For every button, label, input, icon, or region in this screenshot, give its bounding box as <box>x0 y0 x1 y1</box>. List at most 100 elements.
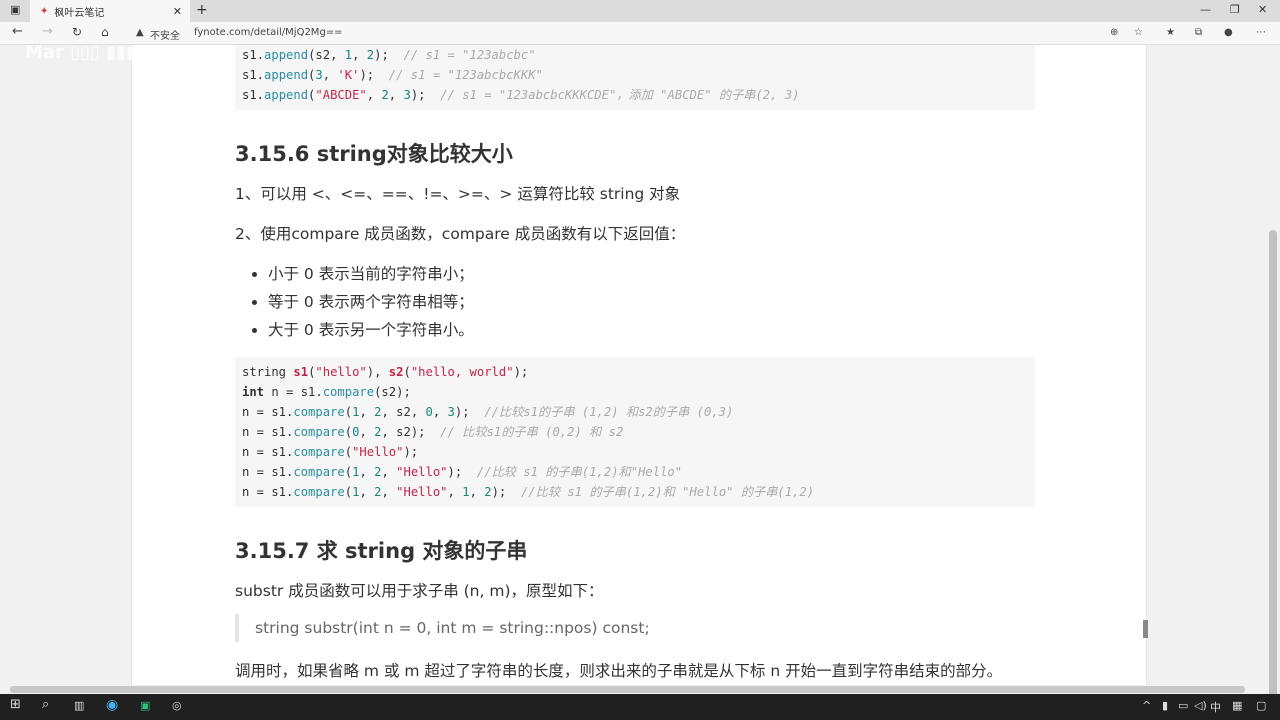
code-token: s1. <box>242 68 265 82</box>
code-line: s1.append("ABCDE", 2, 3); // s1 = "123ab… <box>242 85 1028 105</box>
code-line: n = s1.compare("Hello"); <box>242 442 1028 462</box>
code-token: ( <box>344 465 353 479</box>
code-token: , <box>432 405 448 419</box>
code-token: "Hello" <box>396 465 448 479</box>
code-token: ( <box>344 485 353 499</box>
tab-actions-icon[interactable]: ▣ <box>10 3 20 16</box>
ime-indicator[interactable]: 中 <box>1210 699 1221 715</box>
code-token: compare <box>293 425 345 439</box>
code-token: compare <box>322 385 375 399</box>
windows-start-icon[interactable]: ⊞ <box>10 697 21 712</box>
code-token: n = s1. <box>242 405 294 419</box>
code-token: (s2); <box>374 385 411 399</box>
code-token: ( <box>344 425 353 439</box>
code-token: , <box>352 48 367 62</box>
network-icon[interactable]: ▭ <box>1178 699 1188 712</box>
more-icon[interactable]: ⋯ <box>1256 27 1266 38</box>
code-line: n = s1.compare(1, 2, "Hello"); //比较 s1 的… <box>242 462 1028 482</box>
profile-avatar[interactable]: ● <box>1224 27 1233 38</box>
favorites-icon[interactable]: ★ <box>1166 27 1175 38</box>
task-view-icon[interactable]: ▥ <box>74 699 84 712</box>
code-token: , s2); <box>381 425 441 439</box>
page-scroll-indicator[interactable] <box>1143 620 1148 638</box>
vertical-scrollbar[interactable] <box>1266 45 1280 715</box>
code-token: compare <box>293 405 345 419</box>
keyboard-icon[interactable]: ▦ <box>1232 699 1242 712</box>
code-token: "Hello" <box>352 445 404 459</box>
code-token: "ABCDE" <box>315 88 367 102</box>
code-token: ); <box>447 465 477 479</box>
tray-chevron-icon[interactable]: ^ <box>1142 699 1151 712</box>
paragraph-substr-note: 调用时，如果省略 m 或 m 超过了字符串的长度，则求出来的子串就是从下标 n … <box>235 662 1003 680</box>
collections-icon[interactable]: ⧉ <box>1195 27 1202 38</box>
code-token: int <box>242 385 265 399</box>
code-token: , <box>381 485 397 499</box>
scrollbar-thumb[interactable] <box>1269 230 1277 715</box>
code-token: ); <box>359 68 389 82</box>
code-line: s1.append(s2, 1, 2); // s1 = "123abcbc" <box>242 45 1028 65</box>
code-token: n = s1. <box>242 465 294 479</box>
code-token: compare <box>293 465 345 479</box>
code-token: 2 <box>484 485 492 499</box>
zoom-icon[interactable]: ⊕ <box>1110 27 1118 38</box>
list-item: 小于 0 表示当前的字符串小； <box>268 260 474 288</box>
favorite-add-icon[interactable]: ☆ <box>1134 27 1143 38</box>
maximize-button[interactable]: ❐ <box>1230 3 1240 16</box>
substr-prototype-quote: string substr(int n = 0, int m = string:… <box>235 614 650 642</box>
code-token: ( <box>403 365 411 379</box>
notification-icon[interactable]: ▢ <box>1256 699 1266 712</box>
code-token: 2 <box>381 88 389 102</box>
watermark: Mar ▯▯▯ ▮▮▮ <box>25 42 136 63</box>
tab-active[interactable]: ✦ 枫叶云笔记 ✕ <box>30 0 190 22</box>
code-token: 1 <box>344 48 353 62</box>
code-token: "hello, world" <box>410 365 514 379</box>
microphone-icon[interactable]: ▮ <box>1162 699 1168 712</box>
code-token: ); <box>513 365 529 379</box>
code-token: s1 <box>242 48 257 62</box>
heading-substr: 3.15.7 求 string 对象的子串 <box>235 539 528 563</box>
code-token: ); <box>403 445 419 459</box>
new-tab-button[interactable]: + <box>196 2 208 18</box>
heading-compare: 3.15.6 string对象比较大小 <box>235 142 513 166</box>
code-line: n = s1.compare(0, 2, s2); // 比较s1的子串 (0,… <box>242 422 1028 442</box>
app-icon[interactable]: ◎ <box>172 699 182 712</box>
code-token: , <box>388 88 404 102</box>
refresh-icon[interactable]: ↻ <box>72 25 82 39</box>
code-token: 1 <box>462 485 470 499</box>
code-token: ), <box>366 365 389 379</box>
back-icon[interactable]: ← <box>12 24 23 39</box>
code-token: , <box>359 465 375 479</box>
address-bar: ← → ↻ ⌂ ▲ 不安全 fynote.com/detail/MjQ2Mg==… <box>0 22 1280 45</box>
list-item: 大于 0 表示另一个字符串小。 <box>268 316 474 344</box>
code-line: n = s1.compare(1, 2, "Hello", 1, 2); //比… <box>242 482 1028 502</box>
url-input[interactable]: fynote.com/detail/MjQ2Mg== <box>194 27 343 38</box>
insecure-label[interactable]: 不安全 <box>150 27 180 42</box>
edge-icon[interactable]: ◉ <box>106 697 118 713</box>
code-editor-icon[interactable]: ▣ <box>140 699 150 712</box>
search-icon[interactable]: ⌕ <box>42 697 49 712</box>
home-icon[interactable]: ⌂ <box>101 25 109 39</box>
code-token: ); <box>374 48 404 62</box>
code-token: s1 <box>293 365 309 379</box>
minimize-button[interactable]: — <box>1200 3 1211 16</box>
forward-icon[interactable]: → <box>42 24 53 39</box>
code-token: s1. <box>242 88 265 102</box>
close-window-button[interactable]: ✕ <box>1258 3 1267 16</box>
warning-icon: ▲ <box>136 27 144 38</box>
tab-title: 枫叶云笔记 <box>54 7 105 19</box>
return-values-list: 小于 0 表示当前的字符串小； 等于 0 表示两个字符串相等； 大于 0 表示另… <box>252 260 474 344</box>
code-token: "hello" <box>315 365 367 379</box>
code-line: int n = s1.compare(s2); <box>242 382 1028 402</box>
code-token: ( <box>344 445 353 459</box>
volume-icon[interactable]: ◁) <box>1194 699 1207 712</box>
code-token: 3 <box>315 68 323 82</box>
horizontal-scrollbar[interactable] <box>0 685 1266 694</box>
code-token: ); <box>454 405 485 419</box>
close-tab-icon[interactable]: ✕ <box>173 5 182 18</box>
code-comment: // s1 = "123abcbcKKKCDE"，添加 "ABCDE" 的子串(… <box>440 88 800 102</box>
code-comment: //比较s1的子串 (1,2) 和s2的子串 (0,3) <box>484 405 734 419</box>
code-token: ); <box>491 485 521 499</box>
code-token: append <box>264 88 309 102</box>
scrollbar-thumb-horizontal[interactable] <box>10 686 1245 693</box>
code-token: , <box>359 485 375 499</box>
